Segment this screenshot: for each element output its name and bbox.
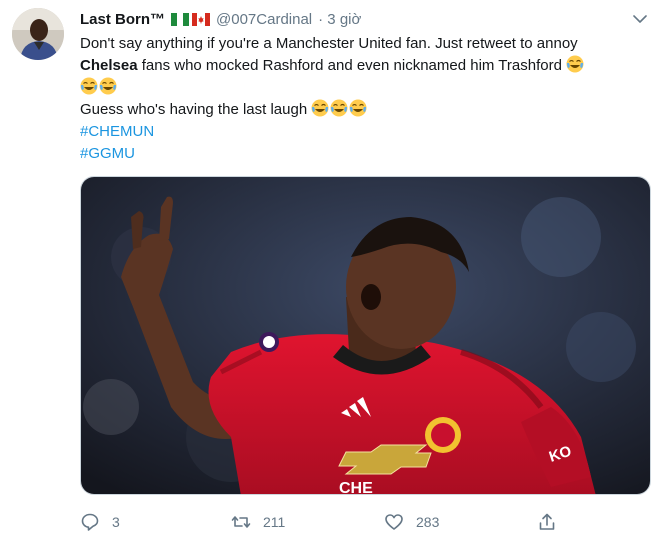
tweet-line-3 [80, 77, 645, 99]
avatar-image [12, 8, 64, 60]
laughing-emoji-icon [99, 77, 117, 95]
canada-flag-icon [192, 12, 211, 26]
retweet-button[interactable]: 211 [231, 512, 285, 532]
tweet-photo[interactable]: CHE KO [80, 176, 651, 495]
hashtag-chemun[interactable]: #CHEMUN [80, 121, 645, 143]
laughing-emoji-icon [80, 77, 98, 95]
like-count: 283 [416, 514, 440, 530]
reply-button[interactable]: 3 [80, 512, 120, 532]
chevron-down-icon[interactable] [631, 10, 649, 28]
flags [171, 12, 211, 26]
tweet-actions: 3 211 283 [80, 512, 655, 538]
share-button[interactable] [537, 512, 569, 532]
tweet-time[interactable]: · 3 giờ [318, 11, 361, 28]
laughing-emoji-icon [566, 55, 584, 73]
laughing-emoji-icon [349, 99, 367, 117]
tweet[interactable]: Last Born™ @007Cardinal · 3 giờ Don't sa… [0, 0, 663, 543]
bold-word: Chelsea [80, 57, 138, 74]
share-icon [539, 513, 555, 530]
like-button[interactable]: 283 [384, 512, 439, 532]
tweet-line-1: Don't say anything if you're a Mancheste… [80, 35, 578, 52]
laughing-emoji-icon [311, 99, 329, 117]
reply-icon [81, 513, 99, 531]
tweet-text: Don't say anything if you're a Mancheste… [80, 33, 645, 165]
tweet-header: Last Born™ @007Cardinal · 3 giờ [80, 9, 361, 29]
laughing-emoji-icon [330, 99, 348, 117]
author-handle[interactable]: @007Cardinal [216, 11, 312, 28]
tweet-line-2: Chelsea fans who mocked Rashford and eve… [80, 55, 645, 77]
avatar[interactable] [12, 8, 64, 60]
player-photo: CHE KO [81, 177, 650, 495]
reply-count: 3 [112, 514, 120, 530]
hashtag-ggmu[interactable]: #GGMU [80, 143, 645, 165]
nigeria-flag-icon [171, 12, 190, 26]
shirt-sponsor-text: CHE [339, 480, 373, 495]
retweet-count: 211 [263, 514, 286, 530]
heart-icon [385, 514, 403, 530]
retweet-icon [231, 516, 251, 528]
author-name[interactable]: Last Born™ [80, 11, 165, 28]
tweet-line-4: Guess who's having the last laugh [80, 99, 645, 121]
